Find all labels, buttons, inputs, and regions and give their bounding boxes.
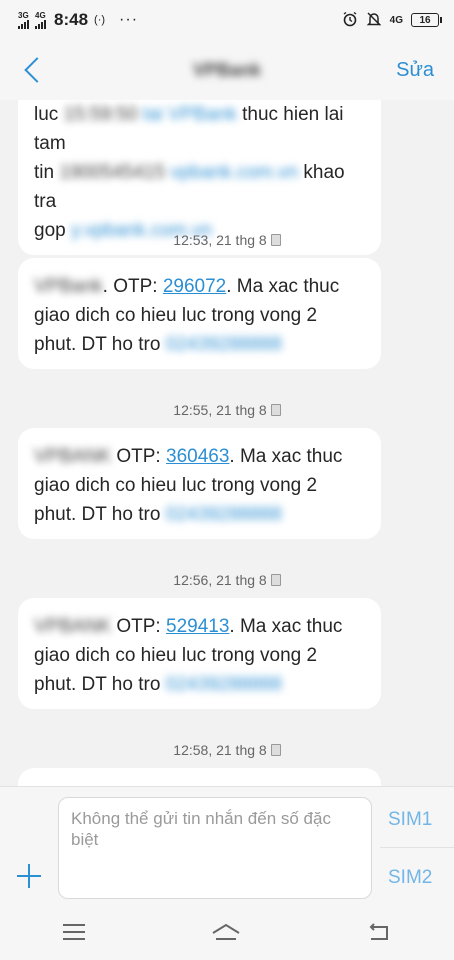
- timestamp-text: 12:58, 21 thg 8: [173, 742, 267, 758]
- add-attachment-button[interactable]: [16, 863, 42, 889]
- alarm-icon: [342, 11, 358, 30]
- sim2-send-button[interactable]: SIM2: [388, 867, 432, 889]
- timestamp-text: 12:55, 21 thg 8: [173, 402, 267, 418]
- message-timestamp: 12:53, 21 thg 8: [0, 232, 454, 248]
- message-line: phut. DT ho tro 02439288888: [34, 500, 365, 529]
- redacted-text: VPBANK: [34, 616, 112, 637]
- network-type-label: 3G: [18, 10, 29, 20]
- signal-3g-icon: 3G: [18, 10, 29, 29]
- bell-off-icon: [366, 11, 382, 30]
- message-text: . Ma xac thuc: [229, 446, 343, 467]
- redacted-link[interactable]: 02439288888: [166, 674, 282, 695]
- message-text: giao dich co hieu luc trong vong 2: [34, 475, 318, 496]
- redacted-link[interactable]: 02439288888: [166, 334, 282, 355]
- back-button[interactable]: [20, 50, 60, 90]
- message-text: . Ma xac thuc: [229, 616, 343, 637]
- message-line: phut. DT ho tro 02439288888: [34, 670, 365, 699]
- network-type-label: 4G: [35, 10, 46, 20]
- message-timestamp: 12:58, 21 thg 8: [0, 742, 454, 758]
- sim-divider: [380, 847, 454, 848]
- message-bubble[interactable]: VPBANK OTP: 529413. Ma xac thuc giao dich…: [18, 598, 381, 709]
- sim-card-icon: [270, 234, 281, 246]
- redacted-text: 1900545415: [54, 162, 166, 183]
- message-bubble[interactable]: VPBANK OTP: 360463. Ma xac thuc giao dich…: [18, 428, 381, 539]
- network-4g-label: 4G: [389, 14, 403, 26]
- message-input[interactable]: Không thể gửi tin nhắn đến số đặc biệt: [58, 797, 372, 899]
- message-text: luc: [34, 104, 64, 125]
- sim1-send-button[interactable]: SIM1: [388, 809, 432, 831]
- message-text: tin: [34, 162, 55, 183]
- navigation-bar: [0, 904, 454, 960]
- redacted-link[interactable]: vpbank.com.vn: [170, 162, 298, 183]
- chevron-left-icon: [24, 57, 50, 83]
- message-line: giao dich co hieu luc trong vong 2: [34, 471, 365, 500]
- home-icon[interactable]: [211, 923, 241, 941]
- message-text: . OTP:: [102, 276, 163, 297]
- conversation-header: VPBank Sửa: [0, 40, 454, 100]
- message-timestamp: 12:56, 21 thg 8: [0, 572, 454, 588]
- redacted-link[interactable]: 02439288888: [166, 504, 282, 525]
- timestamp-text: 12:53, 21 thg 8: [173, 232, 267, 248]
- signal-4g-icon: 4G: [35, 10, 46, 29]
- message-text: OTP:: [111, 616, 166, 637]
- redacted-text: VPBank: [34, 276, 103, 297]
- message-line: giao dich co hieu luc trong vong 2: [34, 641, 365, 670]
- message-text: . Ma xac thuc: [226, 276, 340, 297]
- message-text: phut. DT ho tro: [34, 504, 166, 525]
- more-notifications-icon: ···: [119, 11, 139, 28]
- battery-level: 16: [411, 13, 439, 27]
- message-timestamp: 12:55, 21 thg 8: [0, 402, 454, 418]
- message-line: tin 1900545415 vpbank.com.vn khao tra: [34, 158, 365, 216]
- otp-code-link[interactable]: 296072: [163, 276, 226, 297]
- otp-code-link[interactable]: 529413: [166, 616, 229, 637]
- message-line: VPBank. OTP: 296072. Ma xac thuc: [34, 272, 365, 301]
- back-arrow-icon[interactable]: [367, 923, 391, 941]
- message-bubble[interactable]: VPBank. OTP: 296072. Ma xac thuc giao dic…: [18, 258, 381, 369]
- message-line: luc 15:59:50 tai VPBank thuc hien lai ta…: [34, 100, 365, 158]
- composer: Không thể gửi tin nhắn đến số đặc biệt S…: [0, 786, 454, 904]
- sim-card-icon: [270, 574, 281, 586]
- edit-button[interactable]: Sửa: [396, 59, 434, 82]
- message-text: giao dich co hieu luc trong vong 2: [34, 645, 318, 666]
- message-line: VPBANK OTP: 529413. Ma xac thuc: [34, 612, 365, 641]
- clock: 8:48: [54, 10, 89, 29]
- message-line: phut. DT ho tro 02439288888: [34, 330, 365, 359]
- status-bar: 3G 4G 8:48 (·) ··· 4G 16: [0, 0, 454, 40]
- contact-name: VPBank: [192, 59, 262, 80]
- message-line: giao dich co hieu luc trong vong 2: [34, 301, 365, 330]
- redacted-text: 15:59:50: [63, 104, 138, 125]
- message-text: giao dich co hieu luc trong vong 2: [34, 305, 318, 326]
- timestamp-text: 12:56, 21 thg 8: [173, 572, 267, 588]
- menu-icon[interactable]: [63, 924, 85, 940]
- message-line: VPBANK OTP: 360463. Ma xac thuc: [34, 442, 365, 471]
- redacted-text: VPBANK: [34, 446, 112, 467]
- otp-code-link[interactable]: 360463: [166, 446, 229, 467]
- sim-card-icon: [270, 404, 281, 416]
- message-text: phut. DT ho tro: [34, 674, 166, 695]
- sim-card-icon: [270, 744, 281, 756]
- redacted-link[interactable]: tai VPBank: [143, 104, 237, 125]
- message-text: phut. DT ho tro: [34, 334, 166, 355]
- message-list[interactable]: luc 15:59:50 tai VPBank thuc hien lai ta…: [0, 100, 454, 786]
- nfc-icon: (·): [94, 14, 106, 26]
- message-bubble[interactable]: [18, 768, 381, 786]
- battery-icon: 16: [411, 13, 442, 27]
- message-text: OTP:: [111, 446, 166, 467]
